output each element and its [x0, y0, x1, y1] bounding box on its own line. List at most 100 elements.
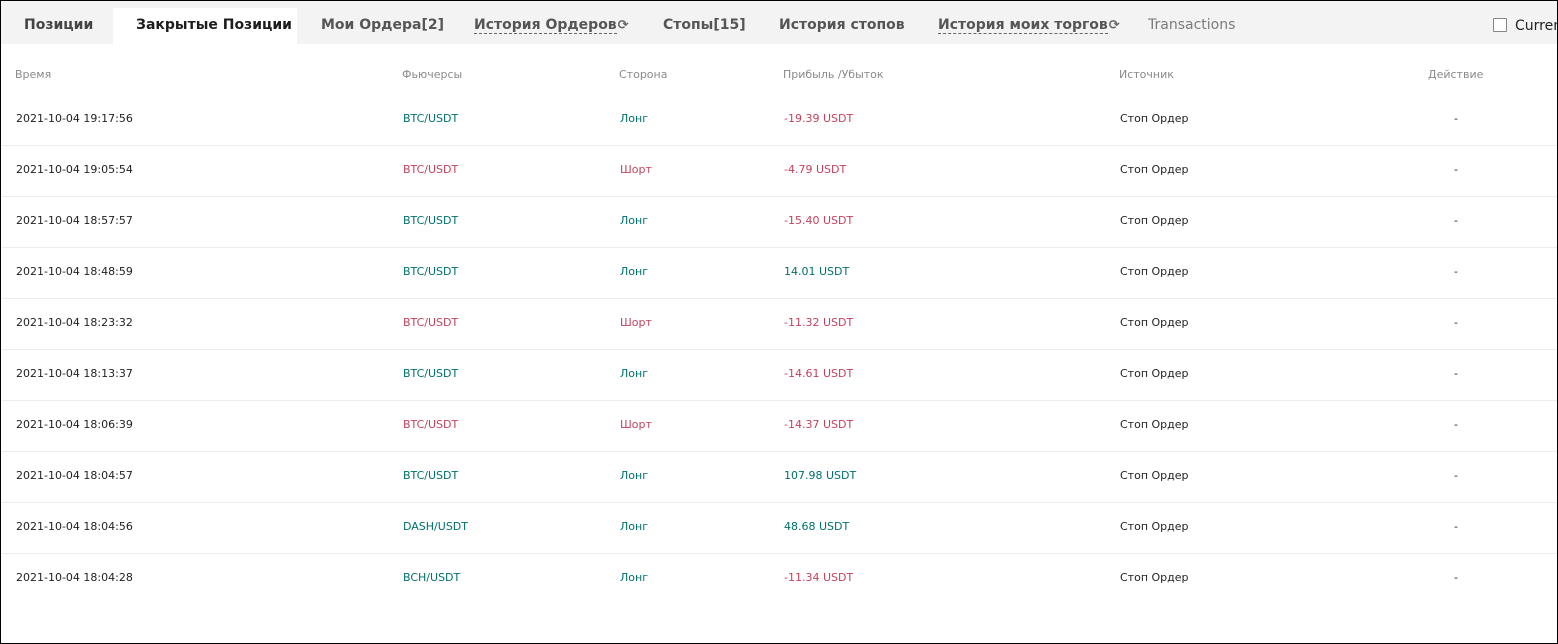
- side-cell: Лонг: [620, 112, 648, 125]
- action-cell: -: [1454, 112, 1458, 125]
- tab-label: Позиции: [24, 17, 94, 33]
- source-cell: Стоп Ордер: [1120, 163, 1189, 176]
- time-cell: 2021-10-04 18:04:28: [16, 571, 133, 584]
- futures-cell[interactable]: BTC/USDT: [403, 469, 458, 482]
- side-cell: Шорт: [620, 418, 652, 431]
- action-cell: -: [1454, 214, 1458, 227]
- time-cell: 2021-10-04 18:48:59: [16, 265, 133, 278]
- table-row[interactable]: 2021-10-04 19:17:56 BTC/USDT Лонг -19.39 US…: [2, 95, 1557, 146]
- tab-label: История Ордеров: [474, 17, 617, 34]
- action-cell: -: [1454, 418, 1458, 431]
- tab-label: История моих торгов: [938, 17, 1108, 34]
- col-source-header: Источник: [1119, 68, 1174, 81]
- pnl-cell: 14.01 USDT: [784, 265, 850, 278]
- side-cell: Лонг: [620, 571, 648, 584]
- table-row[interactable]: 2021-10-04 18:13:37 BTC/USDT Лонг -14.61 US…: [2, 350, 1557, 401]
- pnl-cell: -14.37 USDT: [784, 418, 854, 431]
- tab-bar: Позиции Закрытые Позиции Мои Ордера[2] И…: [1, 1, 1558, 44]
- source-cell: Стоп Ордер: [1120, 469, 1189, 482]
- futures-cell[interactable]: BTC/USDT: [403, 265, 458, 278]
- tab-label: Закрытые Позиции: [136, 17, 292, 33]
- time-cell: 2021-10-04 18:23:32: [16, 316, 133, 329]
- source-cell: Стоп Ордер: [1120, 316, 1189, 329]
- pnl-cell: -11.34 USDT: [784, 571, 854, 584]
- side-cell: Лонг: [620, 265, 648, 278]
- col-action-header: Действие: [1428, 68, 1484, 81]
- col-pnl-header: Прибыль /Убыток: [783, 68, 884, 81]
- side-cell: Лонг: [620, 469, 648, 482]
- tab-transactions[interactable]: Transactions: [1148, 8, 1235, 44]
- time-cell: 2021-10-04 19:17:56: [16, 112, 133, 125]
- side-cell: Шорт: [620, 163, 652, 176]
- pnl-cell: 107.98 USDT: [784, 469, 857, 482]
- tab-label: Transactions: [1148, 17, 1236, 33]
- current-checkbox[interactable]: [1493, 18, 1507, 32]
- tab-closed-positions[interactable]: Закрытые Позиции: [113, 8, 297, 44]
- tab-positions[interactable]: Позиции: [24, 8, 93, 44]
- side-cell: Лонг: [620, 214, 648, 227]
- futures-cell[interactable]: BTC/USDT: [403, 112, 458, 125]
- current-filter[interactable]: Curren: [1493, 18, 1558, 34]
- pnl-cell: -4.79 USDT: [784, 163, 847, 176]
- futures-cell[interactable]: BTC/USDT: [403, 214, 458, 227]
- time-cell: 2021-10-04 18:13:37: [16, 367, 133, 380]
- tab-my-orders[interactable]: Мои Ордера[2]: [321, 8, 444, 44]
- action-cell: -: [1454, 469, 1458, 482]
- side-cell: Шорт: [620, 316, 652, 329]
- action-cell: -: [1454, 316, 1458, 329]
- futures-cell[interactable]: BTC/USDT: [403, 418, 458, 431]
- time-cell: 2021-10-04 18:57:57: [16, 214, 133, 227]
- table-row[interactable]: 2021-10-04 18:06:39 BTC/USDT Шорт -14.37 US…: [2, 401, 1557, 452]
- time-cell: 2021-10-04 19:05:54: [16, 163, 133, 176]
- tab-stops[interactable]: Стопы[15]: [663, 8, 746, 44]
- table-row[interactable]: 2021-10-04 18:04:57 BTC/USDT Лонг 107.98 US…: [2, 452, 1557, 503]
- pnl-cell: -19.39 USDT: [784, 112, 854, 125]
- tab-count-badge: [2]: [421, 17, 444, 33]
- source-cell: Стоп Ордер: [1120, 520, 1189, 533]
- action-cell: -: [1454, 265, 1458, 278]
- futures-cell[interactable]: DASH/USDT: [403, 520, 468, 533]
- source-cell: Стоп Ордер: [1120, 367, 1189, 380]
- pnl-cell: -11.32 USDT: [784, 316, 854, 329]
- source-cell: Стоп Ордер: [1120, 418, 1189, 431]
- source-cell: Стоп Ордер: [1120, 571, 1189, 584]
- futures-cell[interactable]: BTC/USDT: [403, 163, 458, 176]
- table-row[interactable]: 2021-10-04 18:57:57 BTC/USDT Лонг -15.40 US…: [2, 197, 1557, 248]
- table-row[interactable]: 2021-10-04 19:05:54 BTC/USDT Шорт -4.79 USD…: [2, 146, 1557, 197]
- side-cell: Лонг: [620, 520, 648, 533]
- refresh-icon[interactable]: ⟳: [1109, 18, 1120, 33]
- action-cell: -: [1454, 163, 1458, 176]
- tab-label: История стопов: [779, 17, 905, 33]
- table-row[interactable]: 2021-10-04 18:48:59 BTC/USDT Лонг 14.01 USD…: [2, 248, 1557, 299]
- refresh-icon[interactable]: ⟳: [618, 18, 629, 33]
- action-cell: -: [1454, 571, 1458, 584]
- pnl-cell: -14.61 USDT: [784, 367, 854, 380]
- table-row[interactable]: 2021-10-04 18:04:28 BCH/USDT Лонг -11.34 US…: [2, 554, 1557, 605]
- pnl-cell: 48.68 USDT: [784, 520, 850, 533]
- table-row[interactable]: 2021-10-04 18:23:32 BTC/USDT Шорт -11.32 US…: [2, 299, 1557, 350]
- pnl-cell: -15.40 USDT: [784, 214, 854, 227]
- tab-label: Стопы: [663, 17, 714, 33]
- time-cell: 2021-10-04 18:04:56: [16, 520, 133, 533]
- action-cell: -: [1454, 520, 1458, 533]
- col-time-header: Время: [15, 68, 52, 81]
- col-futures-header: Фьючерсы: [402, 68, 463, 81]
- tab-count-badge: [15]: [713, 17, 746, 33]
- futures-cell[interactable]: BTC/USDT: [403, 316, 458, 329]
- closed-positions-panel: Позиции Закрытые Позиции Мои Ордера[2] И…: [0, 0, 1558, 644]
- source-cell: Стоп Ордер: [1120, 214, 1189, 227]
- table-row[interactable]: 2021-10-04 18:04:56 DASH/USDT Лонг 48.68 US…: [2, 503, 1557, 554]
- tab-my-trade-history[interactable]: История моих торгов⟳: [938, 8, 1120, 44]
- futures-cell[interactable]: BCH/USDT: [403, 571, 460, 584]
- time-cell: 2021-10-04 18:04:57: [16, 469, 133, 482]
- time-cell: 2021-10-04 18:06:39: [16, 418, 133, 431]
- tab-order-history[interactable]: История Ордеров⟳: [474, 8, 629, 44]
- current-label: Curren: [1515, 18, 1558, 34]
- action-cell: -: [1454, 367, 1458, 380]
- col-side-header: Сторона: [619, 68, 668, 81]
- futures-cell[interactable]: BTC/USDT: [403, 367, 458, 380]
- source-cell: Стоп Ордер: [1120, 112, 1189, 125]
- tab-stop-history[interactable]: История стопов: [779, 8, 905, 44]
- tab-label: Мои Ордера: [321, 17, 422, 33]
- side-cell: Лонг: [620, 367, 648, 380]
